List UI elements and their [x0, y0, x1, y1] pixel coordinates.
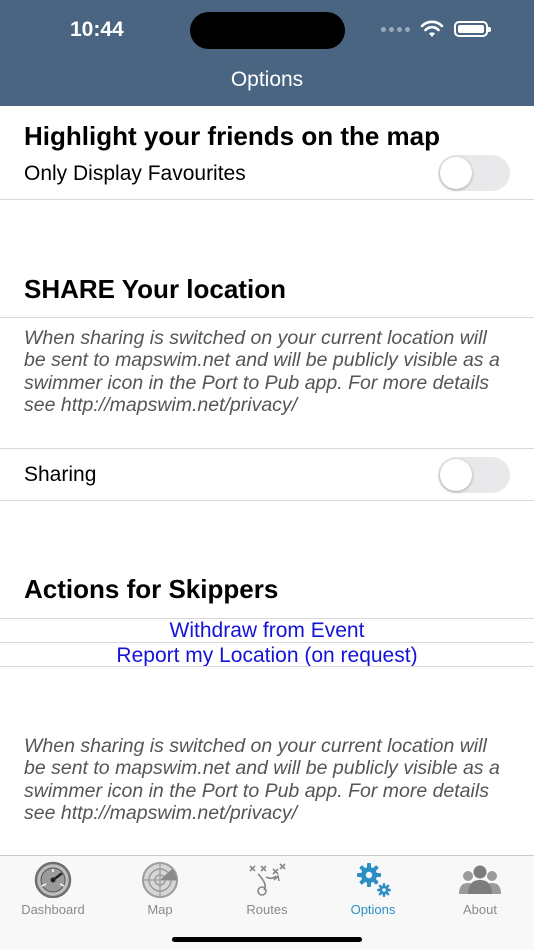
page-title: Options [230, 68, 304, 91]
tab-options[interactable]: Options [323, 860, 423, 917]
people-icon [459, 865, 501, 894]
dashboard-icon [34, 861, 72, 898]
share-heading: SHARE Your location [24, 274, 286, 304]
favourites-toggle[interactable] [438, 155, 510, 191]
tab-map[interactable]: Map [110, 860, 210, 917]
divider [0, 642, 534, 643]
map-icon [142, 862, 178, 898]
navigation-header: 10:44 Options [0, 0, 534, 106]
tab-about[interactable]: About [430, 860, 530, 917]
tab-label: About [463, 902, 497, 917]
share-description: When sharing is switched on your current… [24, 327, 500, 416]
sharing-label: Sharing [24, 463, 97, 486]
home-indicator[interactable] [172, 937, 362, 942]
toggle-knob [440, 459, 472, 491]
divider [0, 666, 534, 667]
tab-routes[interactable]: Routes [217, 860, 317, 917]
tab-label: Options [350, 902, 396, 917]
routes-icon [249, 863, 286, 896]
footer-description: When sharing is switched on your current… [24, 735, 500, 824]
dynamic-island [190, 12, 345, 49]
divider [0, 317, 534, 318]
status-time: 10:44 [70, 18, 124, 41]
toggle-knob [440, 157, 472, 189]
battery-icon [454, 21, 491, 37]
divider [0, 199, 534, 200]
tab-label: Map [147, 902, 173, 917]
sharing-toggle[interactable] [438, 457, 510, 493]
tab-bar: Dashboard Map Routes Options About [0, 855, 534, 950]
status-indicators [381, 20, 491, 38]
cellular-signal-icon [381, 26, 410, 32]
wifi-icon [420, 20, 444, 37]
withdraw-button[interactable]: Withdraw from Event [0, 619, 534, 643]
tab-dashboard[interactable]: Dashboard [3, 860, 103, 917]
skippers-heading: Actions for Skippers [24, 574, 279, 604]
report-location-button[interactable]: Report my Location (on request) [0, 644, 534, 668]
favourites-label: Only Display Favourites [24, 162, 246, 185]
divider [0, 448, 534, 449]
divider [0, 500, 534, 501]
friends-heading: Highlight your friends on the map [24, 121, 440, 151]
tab-label: Routes [246, 902, 288, 917]
gear-icon [357, 863, 391, 897]
tab-label: Dashboard [21, 902, 85, 917]
